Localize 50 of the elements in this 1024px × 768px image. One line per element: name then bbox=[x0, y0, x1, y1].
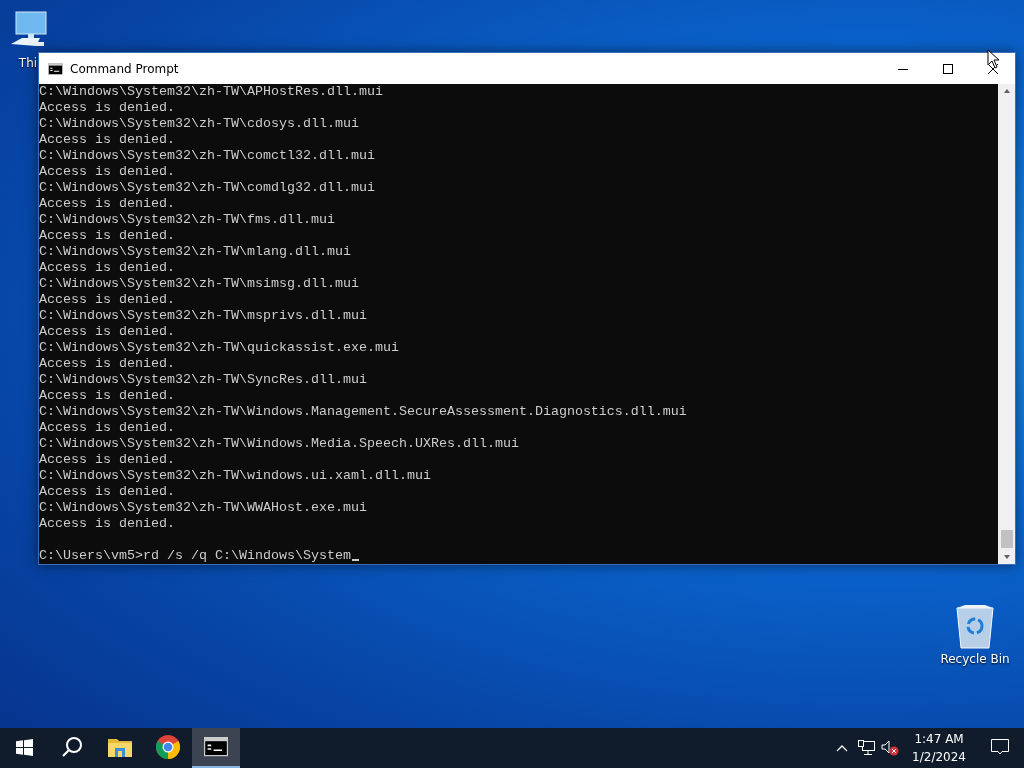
console-line: Access is denied. bbox=[39, 196, 176, 212]
windows-logo-icon bbox=[15, 738, 33, 756]
console-line: C:\Windows\System32\zh-TW\mlang.dll.mui bbox=[39, 244, 352, 260]
console-line: Access is denied. bbox=[39, 356, 176, 372]
maximize-icon bbox=[942, 63, 953, 74]
console-line: C:\Windows\System32\zh-TW\APHostRes.dll.mui bbox=[39, 84, 384, 100]
chevron-up-icon[interactable] bbox=[836, 744, 849, 752]
clock-date[interactable]: 1/2/2024 bbox=[912, 748, 966, 766]
console-line: Access is denied. bbox=[39, 100, 176, 116]
console-line: Access is denied. bbox=[39, 420, 176, 436]
console-line: C:\Windows\System32\zh-TW\Windows.Management.SecureAssessment.Diagnostics.dll.mui bbox=[39, 404, 688, 420]
console-line: Access is denied. bbox=[39, 388, 176, 404]
console-line: Access is denied. bbox=[39, 452, 176, 468]
browser-icon bbox=[156, 735, 180, 759]
console-line: Access is denied. bbox=[39, 260, 176, 276]
folder-icon bbox=[108, 737, 132, 757]
window-title: Command Prompt bbox=[70, 61, 180, 76]
taskbar-button[interactable] bbox=[192, 728, 240, 768]
console-line: C:\Windows\System32\zh-TW\cdosys.dll.mui bbox=[39, 116, 360, 132]
recycle-bin-icon bbox=[953, 604, 997, 650]
console-line: C:\Windows\System32\zh-TW\msprivs.dll.mui bbox=[39, 308, 368, 324]
search-icon bbox=[61, 736, 83, 758]
close-icon bbox=[987, 63, 998, 74]
console-line: C:\Windows\System32\zh-TW\quickassist.exe.mui bbox=[39, 340, 400, 356]
console-line: Access is denied. bbox=[39, 132, 176, 148]
console-line: Access is denied. bbox=[39, 292, 176, 308]
console-line: C:\Windows\System32\zh-TW\comctl32.dll.mui bbox=[39, 148, 376, 164]
clock-time[interactable]: 1:47 AM bbox=[914, 730, 964, 748]
console-line: Access is denied. bbox=[39, 516, 176, 532]
scroll-thumb[interactable] bbox=[1000, 530, 1013, 548]
network-icon[interactable] bbox=[857, 740, 875, 756]
speech-bubble-icon bbox=[991, 739, 1009, 755]
desktop-icon-label[interactable]: Recycle Bin bbox=[940, 652, 1010, 666]
console-line: C:\Windows\System32\zh-TW\fms.dll.mui bbox=[39, 212, 336, 228]
console-line: C:\Windows\System32\zh-TW\Windows.Media.Speech.UXRes.dll.mui bbox=[39, 436, 520, 452]
console-line: C:\Windows\System32\zh-TW\windows.ui.xaml.dll.mui bbox=[39, 468, 432, 484]
console-line: C:\Windows\System32\zh-TW\SyncRes.dll.mui bbox=[39, 372, 368, 388]
console-line: C:\Windows\System32\zh-TW\comdlg32.dll.mui bbox=[39, 180, 376, 196]
terminal-icon bbox=[204, 737, 228, 757]
terminal-icon bbox=[48, 62, 63, 75]
console-line: Access is denied. bbox=[39, 228, 176, 244]
console-line: Access is denied. bbox=[39, 484, 176, 500]
muted-speaker-icon[interactable] bbox=[881, 740, 900, 756]
console-line: Access is denied. bbox=[39, 324, 176, 340]
console-line: C:\Windows\System32\zh-TW\WWAHost.exe.mui bbox=[39, 500, 368, 516]
console-line: Access is denied. bbox=[39, 164, 176, 180]
command-line[interactable]: C:\Users\vm5>rd /s /q C:\Windows\System bbox=[39, 548, 998, 564]
scrollbar[interactable] bbox=[998, 84, 1015, 564]
desktop-icon-label[interactable]: Thi bbox=[18, 56, 38, 70]
console-line: C:\Windows\System32\zh-TW\msimsg.dll.mui bbox=[39, 276, 360, 292]
